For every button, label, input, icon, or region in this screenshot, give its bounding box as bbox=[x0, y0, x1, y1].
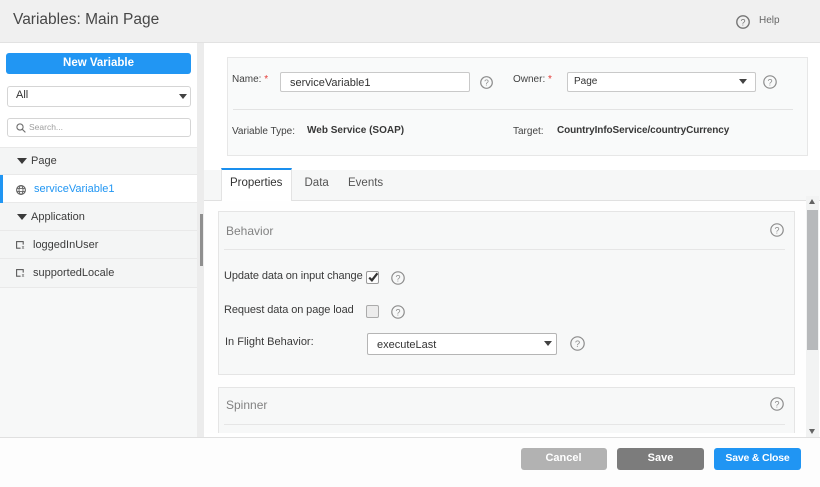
svg-text:?: ? bbox=[740, 17, 745, 27]
svg-text:?: ? bbox=[575, 339, 580, 350]
svg-text:?: ? bbox=[774, 225, 779, 235]
svg-text:?: ? bbox=[395, 273, 400, 283]
svg-text:?: ? bbox=[395, 307, 400, 317]
svg-text:x: x bbox=[21, 273, 24, 278]
svg-text:?: ? bbox=[774, 399, 779, 409]
svg-text:x: x bbox=[21, 245, 24, 250]
svg-text:?: ? bbox=[767, 77, 772, 87]
svg-text:?: ? bbox=[484, 78, 489, 88]
